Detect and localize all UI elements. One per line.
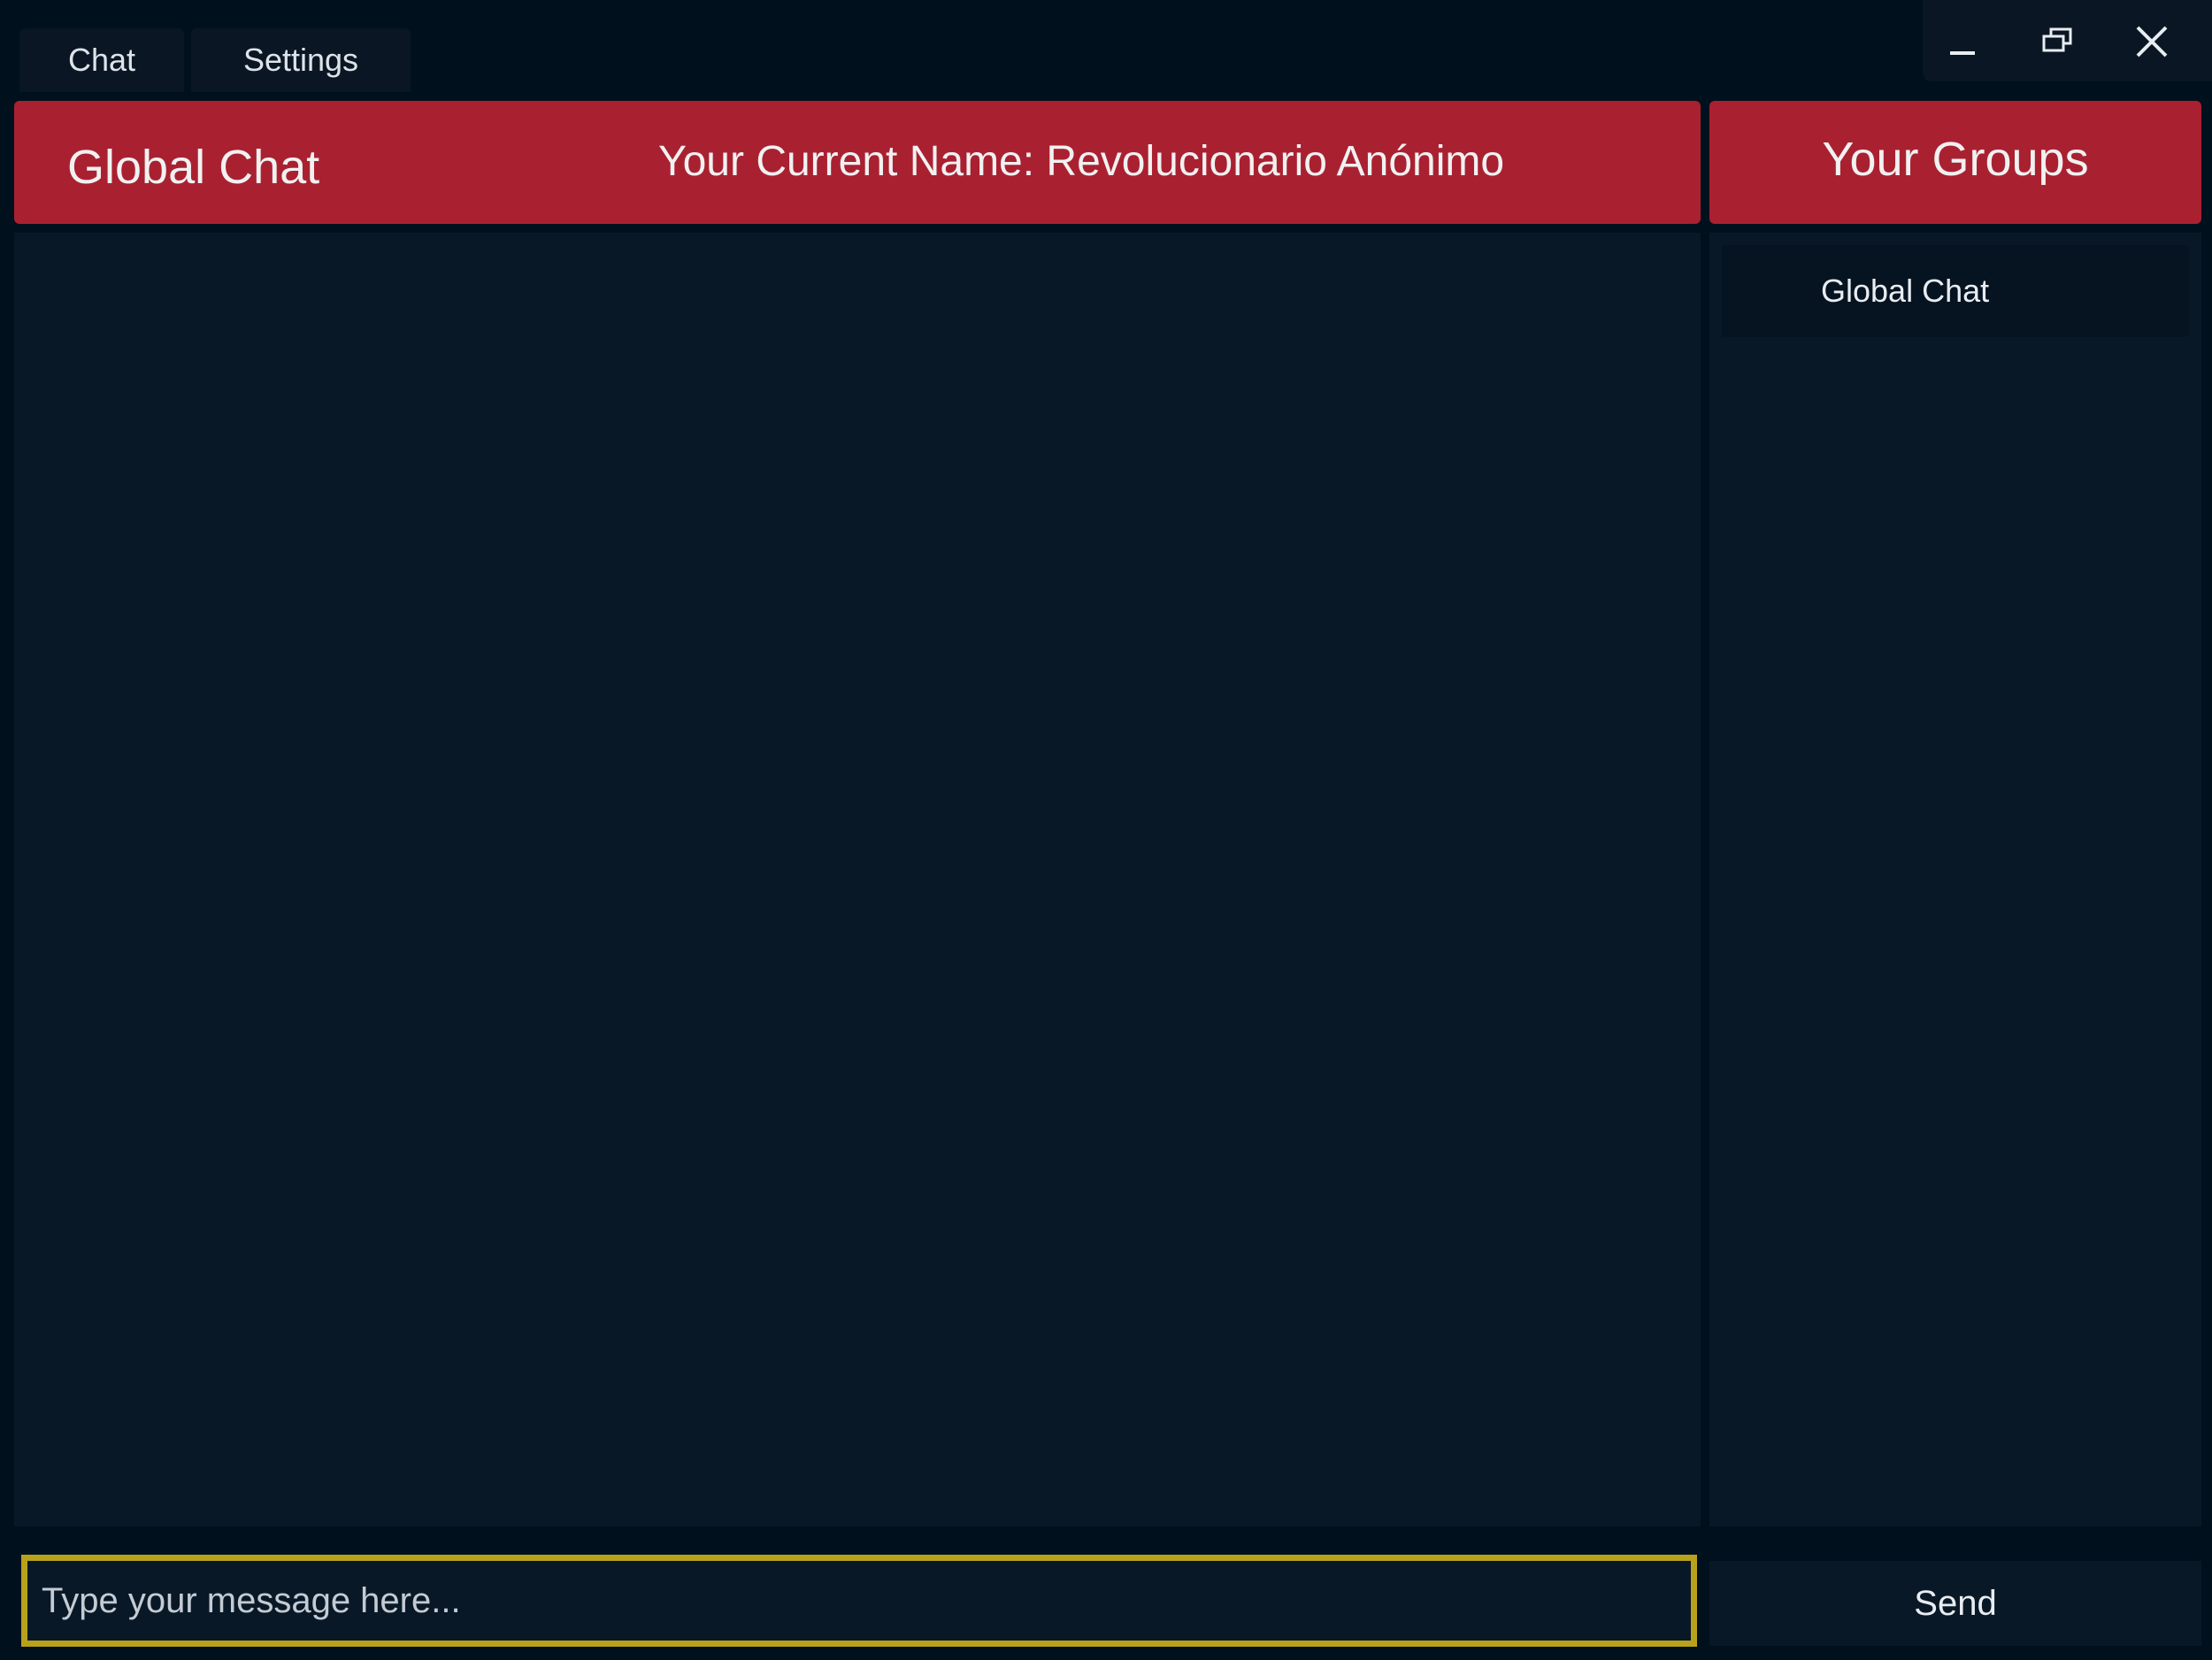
groups-title: Your Groups <box>1822 132 2089 186</box>
message-input[interactable] <box>21 1555 1697 1647</box>
tab-settings[interactable]: Settings <box>191 28 411 92</box>
app-window: Chat Settings Global Chat Your Current N… <box>0 0 2212 1660</box>
restore-button[interactable] <box>2018 11 2098 73</box>
chat-header: Global Chat Your Current Name: Revolucio… <box>14 101 1701 224</box>
window-controls <box>1923 0 2212 81</box>
tab-chat-label: Chat <box>67 42 136 78</box>
send-button-label: Send <box>1914 1583 1997 1623</box>
minimize-button[interactable] <box>1923 11 2002 73</box>
send-button[interactable]: Send <box>1709 1561 2201 1646</box>
close-button[interactable] <box>2112 11 2192 73</box>
group-item-label: Global Chat <box>1821 273 1990 309</box>
chat-title: Global Chat <box>67 140 320 194</box>
close-icon <box>2136 26 2168 58</box>
groups-list: Global Chat <box>1709 233 2201 1526</box>
group-item-global-chat[interactable]: Global Chat <box>1722 245 2189 337</box>
current-name-label: Your Current Name: Revolucionario Anónim… <box>658 138 1505 185</box>
minimize-icon <box>1950 51 1975 55</box>
message-list[interactable] <box>14 233 1701 1526</box>
tab-chat[interactable]: Chat <box>19 28 184 92</box>
tab-settings-label: Settings <box>242 42 359 78</box>
restore-icon <box>2042 27 2072 52</box>
groups-header: Your Groups <box>1709 101 2201 224</box>
